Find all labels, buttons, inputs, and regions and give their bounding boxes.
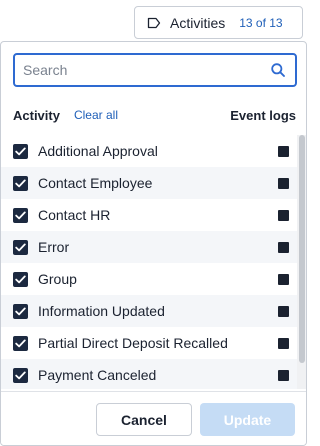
event-log-indicator[interactable] xyxy=(278,145,289,157)
list-item[interactable]: Error xyxy=(1,231,297,263)
activity-label: Contact Employee xyxy=(38,175,153,191)
activities-filter: Activities 13 of 13 Activity Clear all E… xyxy=(0,0,307,446)
search-box xyxy=(13,53,297,87)
activity-label: Error xyxy=(38,239,70,255)
update-button[interactable]: Update xyxy=(200,403,295,436)
activities-dropdown-button[interactable]: Activities 13 of 13 xyxy=(134,6,303,39)
event-log-indicator[interactable] xyxy=(278,369,289,381)
search-icon[interactable] xyxy=(270,62,286,78)
activity-checkbox[interactable] xyxy=(13,239,28,255)
event-log-indicator[interactable] xyxy=(278,177,289,189)
cancel-button[interactable]: Cancel xyxy=(96,403,192,436)
list-item[interactable]: Contact Employee xyxy=(1,167,297,199)
scrollbar-thumb[interactable] xyxy=(299,135,305,363)
selected-count-badge: 13 of 13 xyxy=(239,15,283,30)
activity-label: Information Updated xyxy=(38,303,165,319)
activity-list: Additional Approval Contact Employee Conta… xyxy=(1,135,297,389)
activity-checkbox[interactable] xyxy=(13,143,28,159)
activity-column-header: Activity xyxy=(13,107,60,123)
activity-label: Group xyxy=(38,271,77,287)
search-input[interactable] xyxy=(15,55,270,85)
activity-label: Payment Canceled xyxy=(38,367,157,383)
activities-dropdown-panel: Activity Clear all Event logs Additional… xyxy=(0,41,307,446)
activity-checkbox[interactable] xyxy=(13,271,28,287)
event-log-indicator[interactable] xyxy=(278,337,289,349)
clear-all-link[interactable]: Clear all xyxy=(74,108,118,122)
event-logs-column-header: Event logs xyxy=(230,107,296,123)
list-item[interactable]: Partial Direct Deposit Recalled xyxy=(1,327,297,359)
activity-checkbox[interactable] xyxy=(13,303,28,319)
list-item[interactable]: Additional Approval xyxy=(1,135,297,167)
list-item[interactable]: Information Updated xyxy=(1,295,297,327)
activity-label: Partial Direct Deposit Recalled xyxy=(38,335,228,351)
event-log-indicator[interactable] xyxy=(278,241,289,253)
activity-checkbox[interactable] xyxy=(13,175,28,191)
event-log-indicator[interactable] xyxy=(278,209,289,221)
activity-checkbox[interactable] xyxy=(13,207,28,223)
tag-icon xyxy=(147,17,161,29)
list-item[interactable]: Payment Canceled xyxy=(1,359,297,389)
event-log-indicator[interactable] xyxy=(278,273,289,285)
activity-checkbox[interactable] xyxy=(13,335,28,351)
list-header: Activity Clear all Event logs xyxy=(13,105,296,125)
event-log-indicator[interactable] xyxy=(278,305,289,317)
activity-label: Additional Approval xyxy=(38,143,158,159)
activity-checkbox[interactable] xyxy=(13,367,28,383)
list-item[interactable]: Group xyxy=(1,263,297,295)
dialog-footer: Cancel Update xyxy=(1,391,306,445)
list-scrollbar[interactable] xyxy=(297,135,306,389)
activity-label: Contact HR xyxy=(38,207,111,223)
list-item[interactable]: Contact HR xyxy=(1,199,297,231)
activities-dropdown-label: Activities xyxy=(170,14,226,31)
